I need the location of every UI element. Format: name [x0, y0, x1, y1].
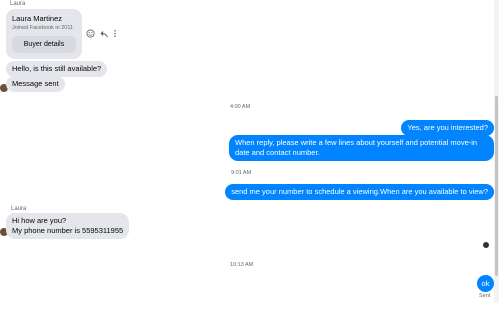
- reply-icon[interactable]: [99, 29, 109, 38]
- timestamp: 10:13 AM: [230, 262, 254, 268]
- message-bubble-incoming: Hi how are you? My phone number is 55953…: [6, 213, 130, 239]
- buyer-details-button[interactable]: Buyer details: [12, 36, 76, 53]
- message-text: Hello, is this still available?: [12, 64, 102, 73]
- message-bubble-outgoing: send me your number to schedule a viewin…: [225, 184, 494, 200]
- sender-name-label: Laura: [11, 206, 27, 212]
- message-bubble-outgoing: ok: [477, 275, 494, 292]
- timestamp: 4:00 AM: [230, 104, 251, 110]
- contact-name: Laura Martinez: [12, 14, 63, 23]
- message-text: Yes, are you interested?: [407, 123, 488, 132]
- seen-avatar: [483, 242, 489, 248]
- message-text: ok: [481, 279, 490, 288]
- message-text: When reply, please write a few lines abo…: [235, 138, 478, 157]
- message-actions: [86, 29, 117, 38]
- composer-edge: [0, 303, 500, 309]
- message-text: Hi how are you?: [12, 216, 67, 225]
- message-bubble-outgoing: When reply, please write a few lines abo…: [229, 135, 494, 161]
- scrollbar-thumb[interactable]: [495, 96, 498, 276]
- joined-info: Joined Facebook in 2011: [12, 25, 74, 31]
- message-text: Message sent: [12, 79, 59, 88]
- message-status: Sent: [479, 293, 491, 299]
- profile-card: Laura Martinez Joined Facebook in 2011 B…: [6, 9, 82, 59]
- message-bubble-incoming: Hello, is this still available?: [6, 61, 108, 77]
- message-text: My phone number is 5595311955: [12, 226, 124, 235]
- timestamp: 9:01 AM: [231, 170, 252, 176]
- message-text: send me your number to schedule a viewin…: [231, 187, 488, 196]
- sender-name-label: Laura: [10, 1, 26, 7]
- more-icon[interactable]: [113, 29, 117, 38]
- message-bubble-incoming: Message sent: [6, 76, 65, 92]
- smiley-icon[interactable]: [86, 29, 95, 38]
- message-bubble-outgoing: Yes, are you interested?: [401, 120, 494, 136]
